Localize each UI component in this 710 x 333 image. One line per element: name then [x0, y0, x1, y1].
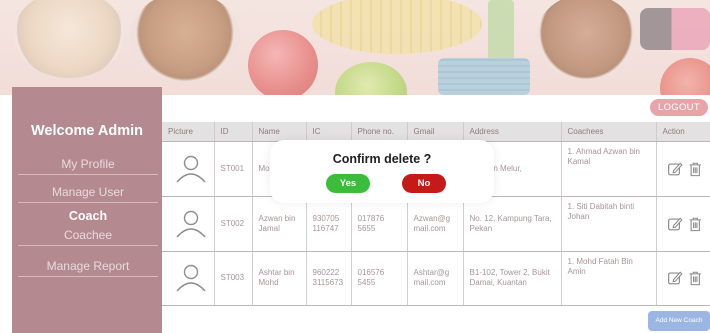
sidebar-item-manage-report[interactable]: Manage Report — [18, 259, 158, 277]
cell-action — [656, 251, 710, 306]
trash-icon[interactable] — [687, 214, 704, 234]
table-row: ST002 Azwan bin Jamal 930705 116747 0178… — [162, 196, 710, 252]
cell-phone: 017876 5655 — [351, 196, 408, 252]
column-header-name: Name — [252, 122, 307, 142]
avatar — [162, 141, 215, 197]
logout-button[interactable]: LOGOUT — [650, 99, 708, 116]
header-banner — [0, 0, 710, 95]
cell-coachees: 1. Siti Dabitah binti Johan — [561, 196, 657, 252]
cell-name: Azwan bin Jamal — [252, 196, 307, 252]
column-header-address: Address — [463, 122, 562, 142]
avatar — [162, 251, 215, 306]
welcome-title: Welcome Admin — [31, 123, 143, 139]
cell-id: ST003 — [214, 251, 253, 306]
column-header-gmail: Gmail — [407, 122, 464, 142]
cell-id: ST002 — [214, 196, 253, 252]
sidebar-item-manage-user[interactable]: Manage User — [18, 185, 158, 203]
cell-id: ST001 — [214, 141, 253, 197]
cell-gmail: Azwan@g mail.com — [407, 196, 464, 252]
sidebar: Welcome Admin My Profile Manage User Coa… — [12, 87, 162, 333]
sidebar-item-coachee[interactable]: Coachee — [18, 228, 158, 246]
sidebar-item-my-profile[interactable]: My Profile — [18, 157, 158, 175]
user-icon — [176, 210, 206, 237]
sidebar-item-coach[interactable]: Coach — [18, 209, 158, 223]
user-icon — [176, 264, 206, 292]
confirm-no-button[interactable]: No — [402, 174, 446, 193]
cell-coachees: 1. Ahmad Azwan bin Kamal — [561, 141, 657, 197]
user-icon — [176, 155, 206, 182]
add-new-coach-button[interactable]: Add New Coach — [648, 311, 710, 331]
table-header-row: Picture ID Name IC Phone no. Gmail Addre… — [162, 122, 710, 142]
avatar — [162, 196, 215, 252]
cell-name: Ashtar bin Mohd — [252, 251, 307, 306]
cell-coachees: 1. Mohd Fatah Bin Amin — [561, 251, 657, 306]
cell-address: B1-102, Tower 2, Bukit Damai, Kuantan — [463, 251, 562, 306]
cell-phone: 016576 5455 — [351, 251, 408, 306]
cell-gmail: Ashtar@g mail.com — [407, 251, 464, 306]
dialog-title: Confirm delete ? — [332, 152, 432, 166]
column-header-ic: IC — [306, 122, 352, 142]
cell-ic: 960222 3115673 — [306, 251, 352, 306]
cell-action — [656, 196, 710, 252]
edit-icon[interactable] — [667, 214, 684, 234]
column-header-phone: Phone no. — [351, 122, 408, 142]
cell-action — [656, 141, 710, 197]
edit-icon[interactable] — [667, 268, 684, 288]
trash-icon[interactable] — [687, 268, 704, 288]
edit-icon[interactable] — [667, 159, 684, 179]
column-header-action: Action — [656, 122, 710, 142]
trash-icon[interactable] — [687, 159, 704, 179]
column-header-coachees: Coachees — [561, 122, 657, 142]
cell-ic: 930705 116747 — [306, 196, 352, 252]
table-row: ST003 Ashtar bin Mohd 960222 3115673 016… — [162, 251, 710, 306]
confirm-delete-dialog: Confirm delete ? Yes No — [270, 140, 494, 203]
column-header-id: ID — [214, 122, 253, 142]
confirm-yes-button[interactable]: Yes — [326, 174, 370, 193]
column-header-picture: Picture — [162, 122, 215, 142]
cell-address: No. 12, Kampung Tara, Pekan — [463, 196, 562, 252]
